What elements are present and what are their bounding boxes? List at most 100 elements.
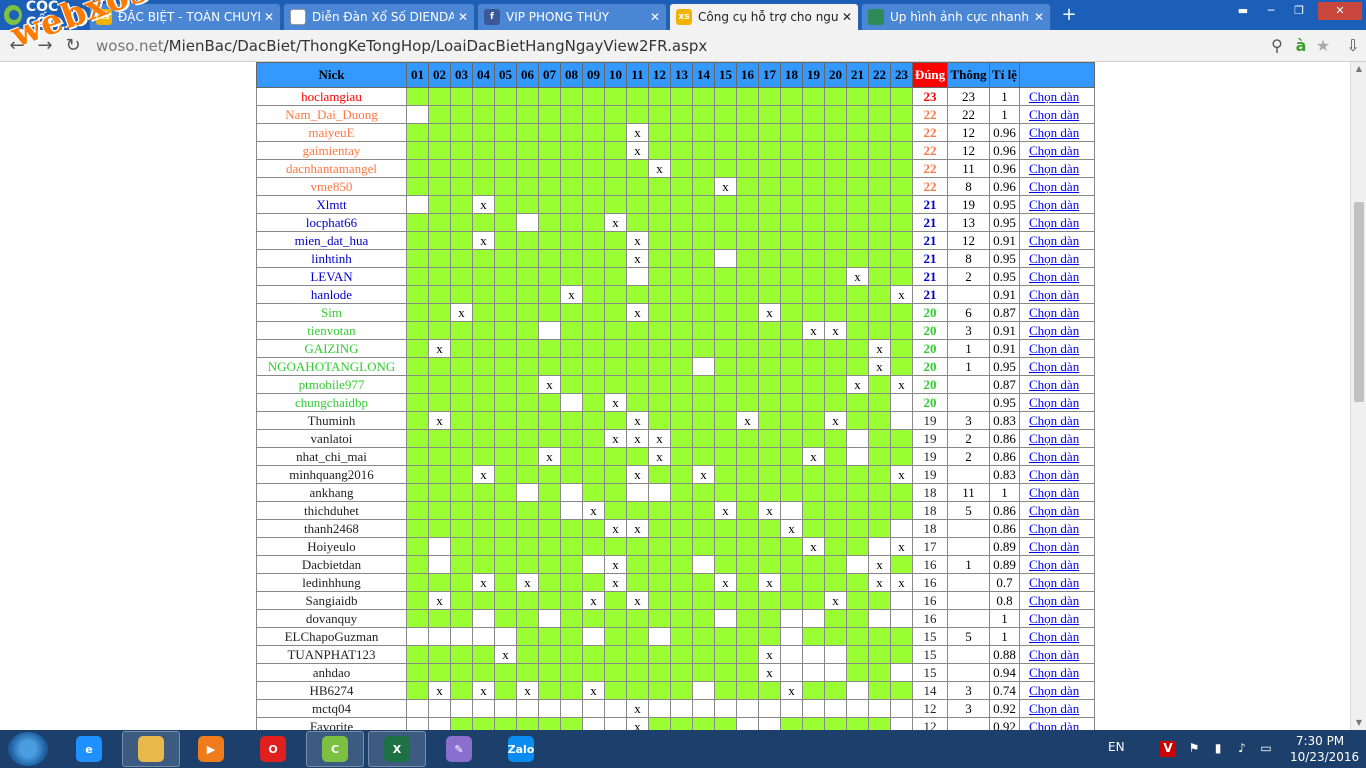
table-row: Sim x x x 20 6 0.87 Chọn dàn [256, 303, 1095, 322]
day-cell [604, 645, 627, 664]
header-day: 12 [648, 62, 671, 88]
chon-dan-link[interactable]: Chọn dàn [1029, 161, 1079, 176]
day-cell [516, 537, 539, 556]
battery-icon[interactable]: ▭ [1258, 741, 1274, 757]
chon-dan-link[interactable]: Chọn dàn [1029, 143, 1079, 158]
close-tab-icon[interactable]: ✕ [842, 10, 852, 24]
chon-dan-link[interactable]: Chọn dàn [1029, 287, 1079, 302]
chon-dan-link[interactable]: Chọn dàn [1029, 377, 1079, 392]
chon-dan-link[interactable]: Chọn dàn [1029, 431, 1079, 446]
chon-dan-link[interactable]: Chọn dàn [1029, 233, 1079, 248]
chon-dan-link[interactable]: Chọn dàn [1029, 521, 1079, 536]
chon-dan-link[interactable]: Chọn dàn [1029, 557, 1079, 572]
taskbar-app-button[interactable]: e [60, 731, 118, 767]
chon-dan-link[interactable]: Chọn dàn [1029, 467, 1079, 482]
browser-tab[interactable]: xs Công cụ hỗ trợ cho người ✕ [669, 3, 859, 30]
day-cell [406, 105, 429, 124]
chon-dan-link[interactable]: Chọn dàn [1029, 683, 1079, 698]
chon-dan-link[interactable]: Chọn dàn [1029, 449, 1079, 464]
chon-dan-link[interactable]: Chọn dàn [1029, 395, 1079, 410]
chon-dan-link[interactable]: Chọn dàn [1029, 665, 1079, 680]
scroll-up-icon[interactable]: ▲ [1351, 62, 1366, 76]
day-cell [648, 663, 671, 682]
browser-tab[interactable]: Diễn Đàn Xổ Số DIENDAN ✕ [283, 3, 475, 30]
chon-dan-link[interactable]: Chọn dàn [1029, 629, 1079, 644]
close-tab-icon[interactable]: ✕ [650, 10, 660, 24]
chon-dan-link[interactable]: Chọn dàn [1029, 611, 1079, 626]
miss-cell: x [516, 573, 539, 592]
window-menu-icon[interactable]: ▬ [1230, 2, 1256, 20]
volume-icon[interactable]: ♪ [1234, 741, 1250, 757]
chon-dan-link[interactable]: Chọn dàn [1029, 107, 1079, 122]
day-cell [714, 663, 737, 682]
taskbar-app-button[interactable]: ✎ [430, 731, 488, 767]
day-cell [692, 411, 715, 430]
chon-dan-link[interactable]: Chọn dàn [1029, 485, 1079, 500]
chon-dan-link[interactable]: Chọn dàn [1029, 593, 1079, 608]
chon-dan-link[interactable]: Chọn dàn [1029, 503, 1079, 518]
day-cell [868, 123, 891, 142]
url-field[interactable]: woso.net/MienBac/DacBiet/ThongKeTongHop/… [96, 36, 707, 56]
chon-dan-link[interactable]: Chọn dàn [1029, 89, 1079, 104]
new-tab-button[interactable]: + [1058, 5, 1080, 25]
day-cell [648, 375, 671, 394]
chon-dan-link[interactable]: Chọn dàn [1029, 125, 1079, 140]
zoom-icon[interactable]: ⚲ [1266, 36, 1288, 56]
taskbar-app-button[interactable]: X [368, 731, 426, 767]
close-tab-icon[interactable]: ✕ [458, 10, 468, 24]
nick-cell: dacnhantamangel [256, 159, 407, 178]
taskbar-app-button[interactable]: C [306, 731, 364, 767]
antivirus-icon[interactable]: V [1160, 741, 1176, 757]
system-clock[interactable]: 7:30 PM 10/23/2016 [1290, 733, 1359, 765]
chon-dan-link[interactable]: Chọn dàn [1029, 647, 1079, 662]
taskbar-app-button[interactable]: ▶ [182, 731, 240, 767]
day-cell [692, 177, 715, 196]
chon-dan-link[interactable]: Chọn dàn [1029, 413, 1079, 428]
bookmark-star-icon[interactable]: ★ [1312, 36, 1334, 56]
chon-dan-link[interactable]: Chọn dàn [1029, 323, 1079, 338]
day-cell [538, 501, 561, 520]
minimize-button[interactable]: ─ [1258, 2, 1284, 20]
table-row: ptmobile977 x x x 20 0.87 Chọn dàn [256, 375, 1095, 394]
chon-dan-link[interactable]: Chọn dàn [1029, 719, 1079, 731]
day-cell [582, 123, 605, 142]
day-cell [428, 375, 451, 394]
chon-dan-link[interactable]: Chọn dàn [1029, 359, 1079, 374]
chon-dan-link[interactable]: Chọn dàn [1029, 575, 1079, 590]
chon-dan-link[interactable]: Chọn dàn [1029, 251, 1079, 266]
taskbar-app-button[interactable] [122, 731, 180, 767]
day-cell [406, 123, 429, 142]
action-cell: Chọn dàn [1019, 699, 1095, 718]
network-icon[interactable]: ▮ [1210, 741, 1226, 757]
maximize-button[interactable]: ❐ [1286, 2, 1312, 20]
scroll-down-icon[interactable]: ▼ [1351, 716, 1366, 730]
file-explorer-icon [138, 736, 164, 762]
tray-expand-icon[interactable]: ⚑ [1186, 741, 1202, 757]
download-icon[interactable]: ⇩ [1342, 36, 1364, 56]
chon-dan-link[interactable]: Chọn dàn [1029, 539, 1079, 554]
scrollbar-thumb[interactable] [1354, 202, 1364, 402]
language-indicator[interactable]: EN [1108, 740, 1125, 754]
dictionary-icon[interactable]: à [1290, 36, 1312, 56]
close-window-button[interactable]: ✕ [1318, 2, 1362, 20]
browser-tab[interactable]: Up hình ảnh cực nhanh - U ✕ [861, 3, 1051, 30]
day-cell [582, 555, 605, 574]
close-tab-icon[interactable]: ✕ [264, 10, 274, 24]
page-scrollbar[interactable]: ▲ ▼ [1350, 62, 1366, 730]
taskbar-app-button[interactable]: O [244, 731, 302, 767]
chon-dan-link[interactable]: Chọn dàn [1029, 197, 1079, 212]
dung-cell: 16 [912, 555, 948, 574]
chon-dan-link[interactable]: Chọn dàn [1029, 305, 1079, 320]
reload-button[interactable]: ↻ [62, 36, 84, 56]
chon-dan-link[interactable]: Chọn dàn [1029, 179, 1079, 194]
miss-cell: x [890, 573, 913, 592]
chon-dan-link[interactable]: Chọn dàn [1029, 341, 1079, 356]
chon-dan-link[interactable]: Chọn dàn [1029, 269, 1079, 284]
chon-dan-link[interactable]: Chọn dàn [1029, 215, 1079, 230]
taskbar-app-button[interactable]: Zalo [492, 731, 550, 767]
nick-cell: tienvotan [256, 321, 407, 340]
chon-dan-link[interactable]: Chọn dàn [1029, 701, 1079, 716]
close-tab-icon[interactable]: ✕ [1034, 10, 1044, 24]
start-button[interactable] [8, 732, 48, 766]
browser-tab[interactable]: f VIP PHONG THỦY ✕ [477, 3, 667, 30]
